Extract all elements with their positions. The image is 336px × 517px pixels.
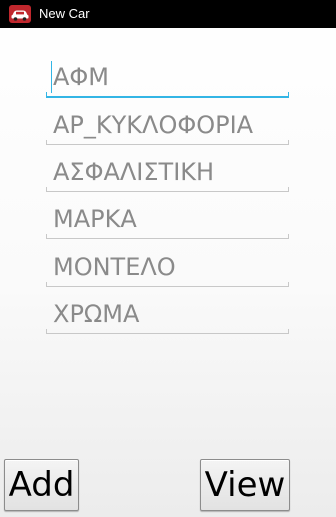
- color-field[interactable]: ΧΡΩΜΑ: [46, 292, 289, 336]
- afm-field[interactable]: ΑΦΜ: [46, 55, 289, 99]
- window-title: New Car: [39, 6, 90, 21]
- field-underline: [46, 238, 289, 239]
- model-placeholder: ΜΟΝΤΕΛΟ: [53, 253, 176, 281]
- add-button[interactable]: Add: [4, 459, 79, 511]
- brand-field[interactable]: ΜΑΡΚΑ: [46, 197, 289, 241]
- field-tick-right: [288, 187, 289, 192]
- brand-placeholder: ΜΑΡΚΑ: [53, 205, 137, 233]
- field-underline: [46, 144, 289, 145]
- color-placeholder: ΧΡΩΜΑ: [53, 300, 140, 328]
- title-bar: New Car: [0, 0, 336, 28]
- insurance-field[interactable]: ΑΣΦΑΛΙΣΤΙΚΗ: [46, 150, 289, 194]
- field-tick-right: [288, 140, 289, 145]
- afm-placeholder: ΑΦΜ: [53, 63, 110, 91]
- model-field[interactable]: ΜΟΝΤΕΛΟ: [46, 245, 289, 289]
- field-underline: [46, 191, 289, 192]
- view-button[interactable]: View: [200, 459, 290, 511]
- text-cursor: [51, 61, 52, 93]
- field-underline: [46, 96, 289, 98]
- car-icon: [9, 5, 31, 23]
- field-underline: [46, 286, 289, 287]
- field-underline: [46, 333, 289, 334]
- field-tick-right: [288, 282, 289, 287]
- field-tick-right: [288, 92, 289, 97]
- registration-number-placeholder: ΑΡ_ΚΥΚΛΟΦΟΡΙΑ: [53, 111, 254, 139]
- insurance-placeholder: ΑΣΦΑΛΙΣΤΙΚΗ: [53, 158, 215, 186]
- field-tick-right: [288, 329, 289, 334]
- field-tick-right: [288, 234, 289, 239]
- registration-number-field[interactable]: ΑΡ_ΚΥΚΛΟΦΟΡΙΑ: [46, 103, 289, 147]
